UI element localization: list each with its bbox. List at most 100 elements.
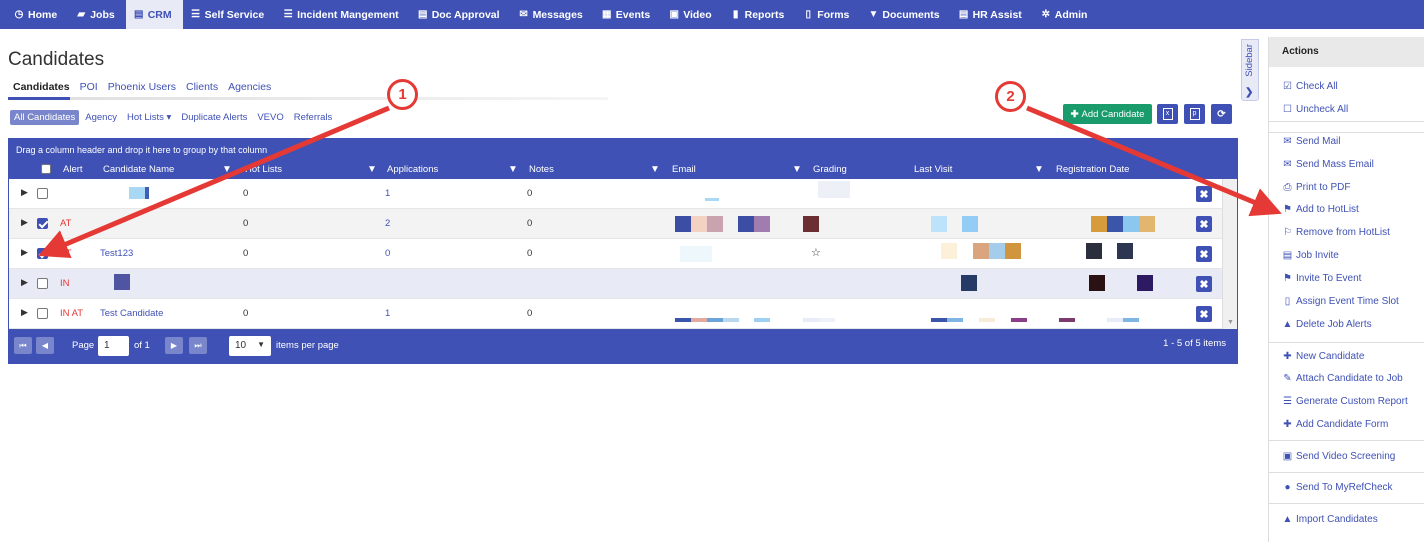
tab-candidates[interactable]: Candidates xyxy=(8,81,75,95)
tab-poi[interactable]: POI xyxy=(75,81,103,95)
nav-item-incident-management[interactable]: ☰ Incident Mangement xyxy=(275,0,410,29)
nav-item-self-service[interactable]: ☰ Self Service xyxy=(183,0,276,29)
column-header-email[interactable]: Email xyxy=(672,164,696,175)
nav-item-messages[interactable]: ✉ Messages xyxy=(511,0,594,29)
action-uncheck-all[interactable]: ☐ Uncheck All xyxy=(1282,104,1348,115)
action-send-mass-email[interactable]: ✉ Send Mass Email xyxy=(1282,159,1374,170)
applications-link[interactable]: 0 xyxy=(385,248,390,259)
export-excel-button[interactable]: x xyxy=(1157,104,1178,124)
filter-icon[interactable]: ▼ xyxy=(1034,164,1044,175)
nav-item-doc-approval[interactable]: ▤ Doc Approval xyxy=(410,0,511,29)
action-add-to-hotlist[interactable]: ⚑ Add to HotList xyxy=(1282,204,1359,215)
table-row[interactable]: ▶ IN AT Test Candidate 0 1 0 ✖ xyxy=(9,299,1222,329)
grid-vertical-scrollbar[interactable]: ▼ xyxy=(1222,179,1237,329)
action-invite-to-event[interactable]: ⚑ Invite To Event xyxy=(1282,273,1361,284)
grading-star-icon[interactable]: ☆ xyxy=(811,246,821,259)
filter-duplicate-alerts[interactable]: Duplicate Alerts xyxy=(177,110,251,125)
action-add-candidate-form[interactable]: ✚ Add Candidate Form xyxy=(1282,419,1388,430)
applications-link[interactable]: 1 xyxy=(385,308,390,319)
column-header-notes[interactable]: Notes xyxy=(529,164,554,175)
column-header-candidate-name[interactable]: Candidate Name xyxy=(103,164,174,175)
filter-agency[interactable]: Agency xyxy=(81,110,121,125)
row-checkbox[interactable] xyxy=(37,218,48,229)
table-row[interactable]: ▶ IN ✖ xyxy=(9,269,1222,299)
filter-icon[interactable]: ▼ xyxy=(222,164,232,175)
column-header-registration-date[interactable]: Registration Date xyxy=(1056,164,1129,175)
table-row[interactable]: ▶ 0 1 0 ✖ xyxy=(9,179,1222,209)
column-header-grading[interactable]: Grading xyxy=(813,164,847,175)
scroll-down-arrow-icon[interactable]: ▼ xyxy=(1227,319,1234,326)
action-attach-candidate-to-job[interactable]: ✎ Attach Candidate to Job xyxy=(1282,373,1402,384)
filter-icon[interactable]: ▼ xyxy=(650,164,660,175)
action-import-candidates[interactable]: ▲ Import Candidates xyxy=(1282,514,1378,525)
delete-row-button[interactable]: ✖ xyxy=(1196,246,1212,262)
action-send-to-myrefcheck[interactable]: ● Send To MyRefCheck xyxy=(1282,482,1392,493)
filter-icon[interactable]: ▼ xyxy=(792,164,802,175)
delete-row-button[interactable]: ✖ xyxy=(1196,276,1212,292)
expand-row-icon[interactable]: ▶ xyxy=(21,277,28,288)
action-assign-event-time-slot[interactable]: ▯ Assign Event Time Slot xyxy=(1282,296,1399,307)
column-header-hot-lists[interactable]: Hot Lists xyxy=(245,164,282,175)
nav-item-documents[interactable]: ▼ Documents xyxy=(860,0,950,29)
delete-row-button[interactable]: ✖ xyxy=(1196,216,1212,232)
candidate-name-link[interactable]: Test123 xyxy=(100,248,133,259)
tab-phoenix-users[interactable]: Phoenix Users xyxy=(103,81,181,95)
add-candidate-button[interactable]: ✚ Add Candidate xyxy=(1063,104,1152,124)
nav-item-admin[interactable]: ✲ Admin xyxy=(1033,0,1099,29)
nav-item-home[interactable]: ◷ Home xyxy=(6,0,68,29)
filter-all-candidates[interactable]: All Candidates xyxy=(10,110,80,125)
candidate-name-link[interactable]: Test Candidate xyxy=(100,308,163,319)
expand-row-icon[interactable]: ▶ xyxy=(21,307,28,318)
action-delete-job-alerts[interactable]: ▲ Delete Job Alerts xyxy=(1282,319,1372,330)
action-new-candidate[interactable]: ✚ New Candidate xyxy=(1282,351,1364,362)
nav-item-hr-assist[interactable]: ▤ HR Assist xyxy=(951,0,1033,29)
table-row[interactable]: ▶ AT 0 2 0 ✖ xyxy=(9,209,1222,239)
table-row[interactable]: ▶ AT Test123 0 0 0 ☆ ✖ xyxy=(9,239,1222,269)
nav-item-video[interactable]: ▣ Video xyxy=(661,0,722,29)
column-header-last-visit[interactable]: Last Visit xyxy=(914,164,952,175)
sidebar-toggle[interactable]: Sidebar ❯ xyxy=(1241,39,1259,101)
last-page-button[interactable]: ⏭ xyxy=(189,337,207,354)
tab-clients[interactable]: Clients xyxy=(181,81,223,95)
applications-link[interactable]: 2 xyxy=(385,218,390,229)
nav-item-forms[interactable]: ▯ Forms xyxy=(795,0,860,29)
items-per-page-select[interactable]: 10 ▼ xyxy=(229,336,271,356)
row-checkbox[interactable] xyxy=(37,278,48,289)
nav-item-events[interactable]: ▦ Events xyxy=(594,0,661,29)
action-send-video-screening[interactable]: ▣ Send Video Screening xyxy=(1282,451,1396,462)
action-check-all[interactable]: ☑ Check All xyxy=(1282,81,1338,92)
filter-vevo[interactable]: VEVO xyxy=(253,110,287,125)
tab-agencies[interactable]: Agencies xyxy=(223,81,276,95)
filter-hot-lists-dropdown[interactable]: Hot Lists ▾ xyxy=(123,110,175,125)
action-remove-from-hotlist[interactable]: ⚐ Remove from HotList xyxy=(1282,227,1390,238)
first-page-button[interactable]: ⏮ xyxy=(14,337,32,354)
expand-row-icon[interactable]: ▶ xyxy=(21,217,28,228)
row-checkbox[interactable] xyxy=(37,188,48,199)
nav-item-jobs[interactable]: ▰ Jobs xyxy=(68,0,126,29)
action-send-mail[interactable]: ✉ Send Mail xyxy=(1282,136,1340,147)
column-header-applications[interactable]: Applications xyxy=(387,164,438,175)
group-by-drop-zone[interactable]: Drag a column header and drop it here to… xyxy=(9,139,1237,161)
filter-icon[interactable]: ▼ xyxy=(508,164,518,175)
export-pdf-button[interactable]: p xyxy=(1184,104,1205,124)
delete-row-button[interactable]: ✖ xyxy=(1196,306,1212,322)
filter-icon[interactable]: ▼ xyxy=(367,164,377,175)
applications-link[interactable]: 1 xyxy=(385,188,390,199)
expand-row-icon[interactable]: ▶ xyxy=(21,247,28,258)
page-number-input[interactable]: 1 xyxy=(98,336,129,356)
nav-item-crm[interactable]: ▤ CRM xyxy=(125,0,183,29)
nav-item-reports[interactable]: ▮ Reports xyxy=(723,0,796,29)
column-header-alert[interactable]: Alert xyxy=(63,164,83,175)
select-all-checkbox[interactable] xyxy=(41,164,51,174)
row-checkbox[interactable] xyxy=(37,248,48,259)
action-print-to-pdf[interactable]: ⎙ Print to PDF xyxy=(1282,182,1351,193)
previous-page-button[interactable]: ◀ xyxy=(36,337,54,354)
row-checkbox[interactable] xyxy=(37,308,48,319)
expand-row-icon[interactable]: ▶ xyxy=(21,187,28,198)
action-generate-custom-report[interactable]: ☰ Generate Custom Report xyxy=(1282,396,1408,407)
filter-referrals[interactable]: Referrals xyxy=(290,110,337,125)
action-job-invite[interactable]: ▤ Job Invite xyxy=(1282,250,1339,261)
delete-row-button[interactable]: ✖ xyxy=(1196,186,1212,202)
refresh-button[interactable]: ⟳ xyxy=(1211,104,1232,124)
next-page-button[interactable]: ▶ xyxy=(165,337,183,354)
